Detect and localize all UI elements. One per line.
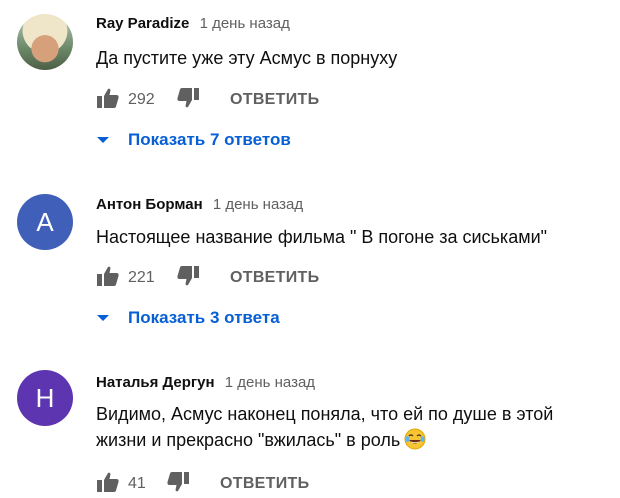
thumbs-down-icon (167, 471, 189, 491)
dislike-button[interactable] (176, 265, 200, 292)
avatar[interactable]: H (17, 370, 73, 426)
comment-actions: 41 ОТВЕТИТЬ (96, 471, 309, 498)
reply-button[interactable]: ОТВЕТИТЬ (230, 91, 319, 109)
like-count: 41 (128, 475, 146, 492)
thumbs-up-icon (97, 88, 119, 108)
comment-text: Да пустите уже эту Асмус в порнуху (96, 48, 398, 68)
like-count: 292 (128, 91, 155, 108)
show-replies-button[interactable]: Показать 3 ответа (96, 308, 280, 328)
avatar[interactable] (17, 14, 73, 70)
avatar-letter: A (36, 206, 54, 237)
thumbs-down-icon (177, 87, 199, 107)
thumbs-up-icon (97, 472, 119, 492)
comment-header: Наталья Дергун 1 день назад (96, 374, 315, 391)
comment-text-line: жизни и прекрасно "вжилась" в роль (96, 427, 553, 453)
timestamp[interactable]: 1 день назад (213, 196, 303, 213)
comment-header: Антон Борман 1 день назад (96, 196, 303, 213)
comment-text: Настоящее название фильма " В погоне за … (96, 227, 548, 247)
show-replies-button[interactable]: Показать 7 ответов (96, 130, 291, 150)
author-name[interactable]: Наталья Дергун (96, 374, 215, 391)
show-replies-label: Показать 3 ответа (128, 308, 280, 327)
comment-actions: 292 ОТВЕТИТЬ (96, 87, 319, 114)
thumbs-up-icon (97, 266, 119, 286)
chevron-down-icon (97, 315, 109, 321)
avatar-letter: H (35, 382, 55, 413)
show-replies-label: Показать 7 ответов (128, 130, 291, 149)
thumbs-down-icon (177, 265, 199, 285)
like-count: 221 (128, 269, 155, 286)
dislike-button[interactable] (176, 87, 200, 114)
comment-text-line: Видимо, Асмус наконец поняла, что ей по … (96, 404, 554, 424)
reply-button[interactable]: ОТВЕТИТЬ (220, 475, 309, 493)
like-button[interactable] (96, 265, 120, 292)
timestamp[interactable]: 1 день назад (225, 374, 315, 391)
timestamp[interactable]: 1 день назад (200, 15, 290, 32)
comment-header: Ray Paradize 1 день назад (96, 15, 290, 32)
comment-text: Видимо, Асмус наконец поняла, что ей по … (96, 401, 553, 453)
author-name[interactable]: Антон Борман (96, 196, 203, 213)
avatar[interactable]: A (17, 194, 73, 250)
face-with-tears-of-joy-icon (404, 428, 426, 450)
like-button[interactable] (96, 471, 120, 498)
comment-actions: 221 ОТВЕТИТЬ (96, 265, 319, 292)
chevron-down-icon (97, 137, 109, 143)
reply-button[interactable]: ОТВЕТИТЬ (230, 269, 319, 287)
comment-text-line-content: жизни и прекрасно "вжилась" в роль (96, 430, 401, 450)
dislike-button[interactable] (166, 471, 190, 498)
like-button[interactable] (96, 87, 120, 114)
author-name[interactable]: Ray Paradize (96, 15, 189, 32)
